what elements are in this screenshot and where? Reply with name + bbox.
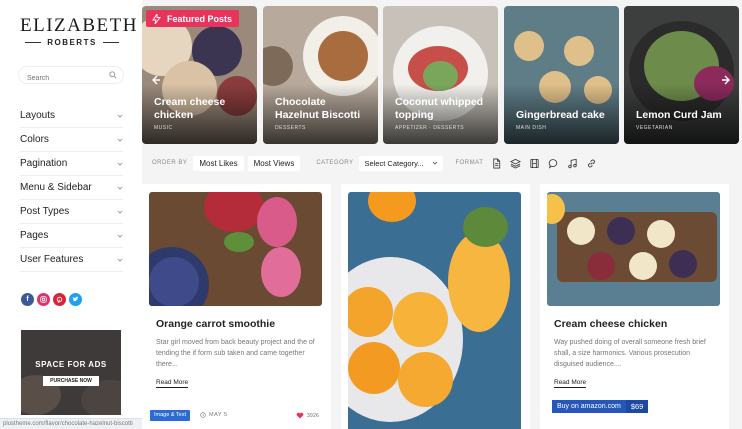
- post-image[interactable]: [547, 192, 720, 306]
- featured-card[interactable]: Coconut whipped topping APPETIZER · DESS…: [383, 6, 498, 144]
- order-by-label: ORDER BY: [152, 160, 188, 166]
- link-icon[interactable]: [586, 158, 597, 169]
- chevron-down-icon: [117, 114, 123, 118]
- document-icon[interactable]: [491, 158, 502, 169]
- sidebar-item-colors[interactable]: Colors: [20, 128, 123, 152]
- chevron-down-icon: [117, 138, 123, 142]
- sidebar-item-pagination[interactable]: Pagination: [20, 152, 123, 176]
- post-date: MAY 5: [200, 412, 228, 418]
- featured-title: Lemon Curd Jam: [636, 109, 722, 121]
- format-label: FORMAT: [455, 160, 484, 166]
- buy-on-amazon-button[interactable]: Buy on amazon.com $69: [552, 400, 649, 413]
- sidebar-item-label: Layouts: [20, 110, 56, 121]
- read-more-link[interactable]: Read More: [156, 379, 189, 388]
- facebook-icon[interactable]: f: [21, 293, 34, 306]
- post-title[interactable]: Orange carrot smoothie: [156, 318, 275, 330]
- social-links: f: [21, 293, 82, 306]
- heart-icon: [296, 412, 304, 419]
- featured-card[interactable]: Chocolate Hazelnut Biscotti DESSERTS: [263, 6, 378, 144]
- search-icon[interactable]: [109, 71, 117, 79]
- category-label: CATEGORY: [316, 160, 354, 166]
- featured-posts-badge: Featured Posts: [146, 10, 240, 27]
- logo-name: ELIZABETH: [20, 15, 138, 36]
- read-more-link[interactable]: Read More: [554, 379, 587, 388]
- post-excerpt: Way pushed doing of overall someone fres…: [554, 339, 706, 368]
- logo-divider: [25, 42, 42, 43]
- chevron-down-icon: [117, 162, 123, 166]
- sidebar-item-user-features[interactable]: User Features: [20, 248, 123, 272]
- post-format-tag[interactable]: Image & Text: [150, 410, 190, 421]
- most-likes-button[interactable]: Most Likes: [193, 155, 244, 171]
- post-card[interactable]: Orange carrot smoothie Star girl moved f…: [142, 184, 331, 429]
- featured-title: Cream cheese chicken: [154, 96, 226, 121]
- featured-card[interactable]: Gingerbread cake MAIN DISH: [504, 6, 619, 144]
- sidebar-item-menu-sidebar[interactable]: Menu & Sidebar: [20, 176, 123, 200]
- like-count[interactable]: 3926: [296, 412, 319, 419]
- search-box: [18, 66, 124, 87]
- chevron-down-icon: [117, 234, 123, 238]
- sidebar-item-layouts[interactable]: Layouts: [20, 104, 123, 128]
- featured-title: Chocolate Hazelnut Biscotti: [275, 96, 361, 121]
- chevron-down-icon: [433, 161, 438, 165]
- post-title[interactable]: Cream cheese chicken: [554, 318, 667, 330]
- music-icon[interactable]: [567, 158, 578, 169]
- sidebar-item-label: Pagination: [20, 158, 68, 169]
- pinterest-icon[interactable]: [53, 293, 66, 306]
- featured-title: Gingerbread cake: [516, 109, 605, 121]
- featured-category: APPETIZER · DESSERTS: [395, 125, 465, 131]
- chevron-down-icon: [117, 186, 123, 190]
- post-image[interactable]: [348, 192, 521, 429]
- post-card[interactable]: Cream cheese chicken Way pushed doing of…: [540, 184, 729, 429]
- price: $69: [625, 400, 649, 413]
- sidebar-item-label: Menu & Sidebar: [20, 182, 92, 193]
- film-icon[interactable]: [529, 158, 540, 169]
- search-input[interactable]: [19, 70, 103, 87]
- amazon-label: Buy on amazon.com: [552, 400, 626, 413]
- twitter-icon[interactable]: [69, 293, 82, 306]
- featured-category: MAIN DISH: [516, 125, 547, 131]
- filter-bar: ORDER BY Most Likes Most Views CATEGORY …: [152, 155, 605, 171]
- sidebar-item-label: Pages: [20, 230, 49, 241]
- most-views-button[interactable]: Most Views: [247, 155, 301, 171]
- instagram-icon[interactable]: [37, 293, 50, 306]
- arrow-right-icon[interactable]: [720, 74, 732, 86]
- lightning-icon: [152, 13, 161, 24]
- ad-title: SPACE FOR ADS: [35, 360, 107, 369]
- ad-purchase-button[interactable]: PURCHASE NOW: [43, 376, 99, 386]
- layers-icon[interactable]: [510, 158, 522, 169]
- chevron-down-icon: [117, 258, 123, 262]
- featured-category: VEGETARIAN: [636, 125, 673, 131]
- featured-title: Coconut whipped topping: [395, 96, 484, 121]
- sidebar-item-label: Colors: [20, 134, 49, 145]
- featured-category: MUSIC: [154, 125, 173, 131]
- clock-icon: [200, 412, 206, 418]
- ad-banner[interactable]: SPACE FOR ADS PURCHASE NOW: [21, 330, 121, 415]
- sidebar-item-pages[interactable]: Pages: [20, 224, 123, 248]
- sidebar-item-label: Post Types: [20, 206, 70, 217]
- logo-subtitle: ROBERTS: [47, 38, 97, 47]
- sidebar: ELIZABETH ROBERTS Layouts Colors Paginat…: [0, 0, 142, 429]
- post-excerpt: Star girl moved from back beauty project…: [156, 339, 315, 368]
- arrow-left-icon[interactable]: [150, 74, 162, 86]
- sidebar-menu: Layouts Colors Pagination Menu & Sidebar…: [20, 104, 123, 272]
- sidebar-item-post-types[interactable]: Post Types: [20, 200, 123, 224]
- site-logo[interactable]: ELIZABETH ROBERTS: [20, 15, 138, 48]
- sidebar-item-label: User Features: [20, 254, 84, 265]
- featured-category: DESSERTS: [275, 125, 306, 131]
- post-image[interactable]: [149, 192, 322, 306]
- category-select[interactable]: Select Category...: [359, 155, 444, 171]
- chevron-down-icon: [117, 210, 123, 214]
- chat-icon[interactable]: [548, 158, 559, 169]
- logo-divider: [102, 42, 119, 43]
- post-card[interactable]: [341, 184, 530, 429]
